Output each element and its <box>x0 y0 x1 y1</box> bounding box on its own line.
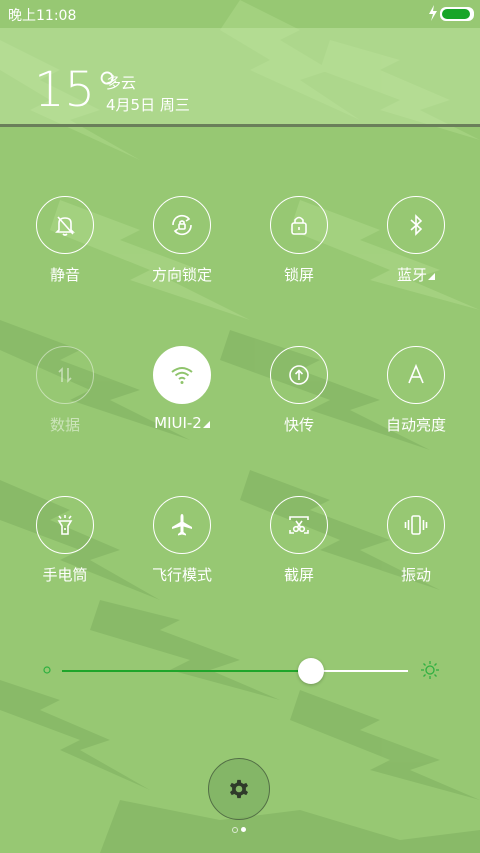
brightness-high-icon <box>421 661 439 679</box>
rotation-lock-icon <box>172 214 192 236</box>
tile-circle[interactable] <box>270 196 328 254</box>
tile-mobile-data[interactable]: 数据 <box>10 346 120 466</box>
tile-circle[interactable] <box>36 346 94 404</box>
bell-off-icon <box>55 216 75 236</box>
date-label: 4月5日 周三 <box>106 96 190 114</box>
weather-condition: 多云 <box>106 74 137 92</box>
lock-icon <box>291 216 307 235</box>
menu-indicator-icon <box>428 273 435 280</box>
battery-level <box>442 9 470 19</box>
tile-airplane-mode[interactable]: 飞行模式 <box>127 496 237 616</box>
menu-indicator-icon <box>202 421 210 428</box>
brightness-thumb[interactable] <box>298 658 325 684</box>
tile-flashlight[interactable]: 手电筒 <box>10 496 120 616</box>
tile-label: MIUI-2 <box>127 414 237 432</box>
tile-auto-brightness[interactable]: 自动亮度 <box>361 346 471 466</box>
vibrate-icon <box>404 515 428 535</box>
page-dot <box>232 827 238 833</box>
gear-icon <box>230 779 248 799</box>
weather-header[interactable]: 15° 多云 4月5日 周三 <box>0 28 480 127</box>
flashlight-icon <box>57 515 73 535</box>
brightness-track-active[interactable] <box>62 670 312 672</box>
brightness-low-icon <box>43 666 51 674</box>
tile-circle[interactable] <box>387 496 445 554</box>
page-indicator <box>230 826 250 834</box>
status-bar: 晚上11:08 <box>0 0 480 28</box>
tile-circle[interactable] <box>153 196 211 254</box>
airplane-icon <box>172 514 192 536</box>
tile-lock-screen[interactable]: 锁屏 <box>244 196 354 316</box>
tile-circle[interactable] <box>153 496 211 554</box>
tile-fast-transfer[interactable]: 快传 <box>244 346 354 466</box>
battery-icon <box>440 7 474 21</box>
tile-bluetooth[interactable]: 蓝牙 <box>361 196 471 316</box>
tile-rotation-lock[interactable]: 方向锁定 <box>127 196 237 316</box>
tile-label: 振动 <box>400 566 431 584</box>
tile-circle[interactable] <box>270 346 328 404</box>
tile-label-text: MIUI-2 <box>154 414 202 432</box>
tile-circle[interactable] <box>387 346 445 404</box>
tile-label: 手电筒 <box>42 566 88 584</box>
tile-label: 方向锁定 <box>151 266 212 284</box>
tile-label: 飞行模式 <box>151 566 212 584</box>
tile-label: 自动亮度 <box>385 416 446 434</box>
charging-icon <box>429 5 437 21</box>
tile-circle[interactable] <box>36 496 94 554</box>
brightness-slider[interactable] <box>36 654 446 688</box>
auto-brightness-icon <box>408 363 424 384</box>
page-dot <box>241 827 246 832</box>
tile-label: 锁屏 <box>283 266 314 284</box>
tile-label: 快传 <box>283 416 314 434</box>
fast-transfer-icon <box>289 365 309 385</box>
tile-screenshot[interactable]: 截屏 <box>244 496 354 616</box>
settings-button[interactable] <box>208 758 270 820</box>
screenshot-icon <box>289 516 309 534</box>
tile-circle[interactable] <box>387 196 445 254</box>
tile-label: 蓝牙 <box>361 264 471 285</box>
wifi-icon <box>171 367 193 384</box>
status-time: 晚上11:08 <box>8 8 77 24</box>
tile-label: 静音 <box>49 266 80 284</box>
brightness-track-inactive[interactable] <box>311 670 408 672</box>
tile-label: 截屏 <box>283 566 314 584</box>
tile-circle[interactable] <box>270 496 328 554</box>
tile-vibrate[interactable]: 振动 <box>361 496 471 616</box>
mobile-data-icon <box>58 367 72 383</box>
tile-silent[interactable]: 静音 <box>10 196 120 316</box>
tile-wifi[interactable]: MIUI-2 <box>127 346 237 466</box>
tile-label-text: 蓝牙 <box>396 266 427 284</box>
tile-circle[interactable] <box>36 196 94 254</box>
tile-label: 数据 <box>49 416 80 434</box>
bluetooth-icon <box>410 214 423 236</box>
tile-circle[interactable] <box>153 346 211 404</box>
